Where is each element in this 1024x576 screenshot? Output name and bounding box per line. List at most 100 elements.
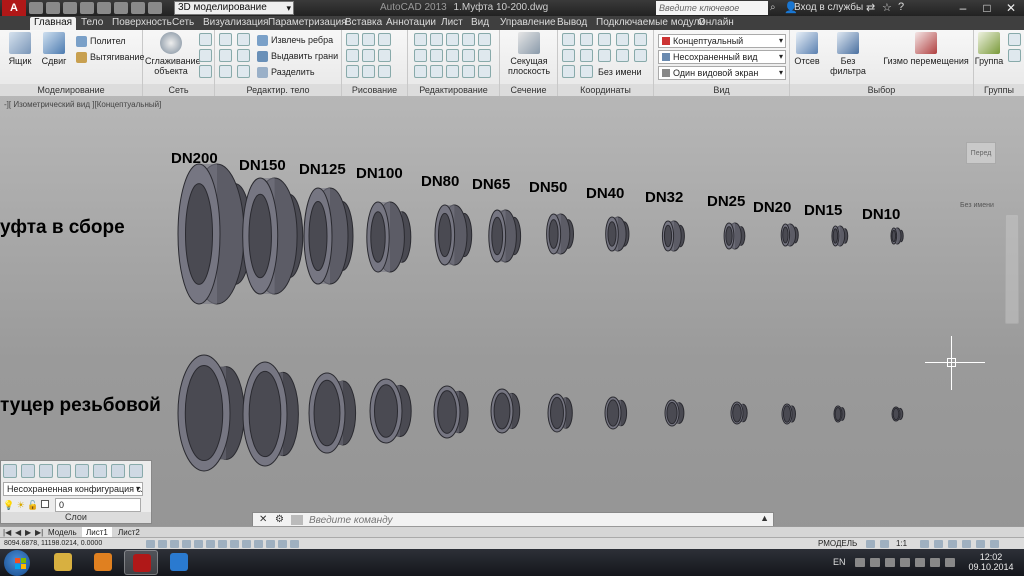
extrude-faces-button[interactable]: Выдавить грани bbox=[257, 49, 338, 63]
threaded-fitting-part[interactable] bbox=[433, 385, 469, 439]
clean-screen-icon[interactable] bbox=[976, 540, 985, 548]
union-assembly-part[interactable] bbox=[488, 209, 522, 263]
tab-render[interactable]: Визуализация bbox=[199, 17, 272, 30]
panel-title-modify[interactable]: Редактирование bbox=[408, 84, 499, 96]
named-ucs-select[interactable]: Без имени bbox=[598, 65, 642, 79]
union-assembly-part[interactable] bbox=[890, 227, 904, 245]
command-input[interactable] bbox=[309, 514, 759, 526]
array-icon[interactable] bbox=[462, 49, 475, 62]
object-snap-icon[interactable] bbox=[206, 540, 215, 548]
threaded-fitting-part[interactable] bbox=[664, 399, 685, 427]
dynamic-input-icon[interactable] bbox=[254, 540, 263, 548]
layer-lock-icon[interactable] bbox=[75, 464, 89, 478]
polygon-icon[interactable] bbox=[346, 65, 359, 78]
panel-title-groups[interactable]: Группы bbox=[974, 84, 1024, 96]
layer-match-icon[interactable] bbox=[93, 464, 107, 478]
line-icon[interactable] bbox=[346, 33, 359, 46]
helix-icon[interactable] bbox=[362, 65, 375, 78]
workspace-switching-icon[interactable] bbox=[920, 540, 929, 548]
trim-icon[interactable] bbox=[478, 33, 491, 46]
panel-title-draw[interactable]: Рисование bbox=[342, 84, 407, 96]
layer-isolate-icon[interactable] bbox=[39, 464, 53, 478]
quick-properties-icon[interactable] bbox=[290, 540, 299, 548]
exchange-icon[interactable]: ⇄ bbox=[866, 1, 875, 14]
group-button[interactable]: Группа bbox=[974, 32, 1004, 66]
union-assembly-part[interactable] bbox=[661, 220, 685, 252]
union-assembly-part[interactable] bbox=[546, 213, 574, 255]
language-indicator[interactable]: EN bbox=[833, 557, 846, 567]
separate-button[interactable]: Разделить bbox=[257, 65, 315, 79]
panel-title-mesh[interactable]: Сеть bbox=[143, 84, 214, 96]
tab-online[interactable]: Онлайн bbox=[694, 17, 738, 30]
tab-plugins[interactable]: Подключаемые модули bbox=[592, 17, 709, 30]
panel-title-coordinates[interactable]: Координаты bbox=[558, 84, 653, 96]
dynamic-ucs-icon[interactable] bbox=[242, 540, 251, 548]
interfere-icon[interactable] bbox=[237, 49, 250, 62]
threaded-fitting-part[interactable] bbox=[547, 393, 573, 433]
union-assembly-part[interactable] bbox=[723, 222, 746, 250]
quick-view-layouts-icon[interactable] bbox=[866, 540, 875, 548]
ucs-world-icon[interactable] bbox=[580, 33, 593, 46]
tray-security-icon[interactable] bbox=[885, 558, 895, 567]
ungroup-icon[interactable] bbox=[1008, 33, 1021, 46]
viewcube-front-face[interactable]: Перед bbox=[966, 142, 996, 164]
erase-icon[interactable] bbox=[430, 65, 443, 78]
ortho-mode-icon[interactable] bbox=[182, 540, 191, 548]
layer-walk-icon[interactable] bbox=[129, 464, 143, 478]
ellipse-icon[interactable] bbox=[378, 65, 391, 78]
gizmo-move-icon[interactable] bbox=[446, 33, 459, 46]
tab-mesh[interactable]: Сеть bbox=[168, 17, 198, 30]
panel-title-solid-edit[interactable]: Редактир. тело bbox=[215, 84, 341, 96]
tray-app-icon[interactable] bbox=[870, 558, 880, 567]
print-icon[interactable] bbox=[97, 2, 111, 14]
threaded-fitting-part[interactable] bbox=[369, 378, 412, 444]
union-assembly-part[interactable] bbox=[366, 201, 412, 273]
panel-title-selection[interactable]: Выбор bbox=[790, 84, 973, 96]
tab-annotate[interactable]: Аннотации bbox=[382, 17, 440, 30]
extract-edges-button[interactable]: Извлечь ребра bbox=[257, 33, 333, 47]
ucs-3point-icon[interactable] bbox=[634, 33, 647, 46]
panel-title-layers[interactable]: Слои bbox=[1, 512, 151, 523]
union-assembly-part[interactable] bbox=[831, 225, 849, 247]
visual-style-select[interactable]: Концептуальный bbox=[658, 34, 786, 48]
join-icon[interactable] bbox=[478, 65, 491, 78]
3d-object-snap-icon[interactable] bbox=[218, 540, 227, 548]
customize-icon[interactable]: ⚙ bbox=[275, 514, 284, 525]
taskbar-explorer[interactable] bbox=[46, 550, 80, 575]
navigation-bar[interactable] bbox=[1005, 214, 1019, 324]
union-icon[interactable] bbox=[219, 33, 232, 46]
save-icon[interactable] bbox=[63, 2, 77, 14]
ucs-object-icon[interactable] bbox=[562, 49, 575, 62]
scale-icon[interactable] bbox=[446, 49, 459, 62]
start-button[interactable] bbox=[4, 550, 30, 576]
tray-onedrive-icon[interactable] bbox=[900, 558, 910, 567]
taskbar-internet-explorer[interactable] bbox=[162, 550, 196, 575]
object-snap-tracking-icon[interactable] bbox=[230, 540, 239, 548]
smooth-object-button[interactable]: Сглаживание объекта bbox=[145, 32, 201, 76]
layer-previous-icon[interactable] bbox=[111, 464, 125, 478]
threaded-fitting-part[interactable] bbox=[490, 388, 521, 434]
mirror-icon[interactable] bbox=[430, 49, 443, 62]
maximize-button[interactable]: □ bbox=[976, 0, 998, 16]
threaded-fitting-part[interactable] bbox=[730, 401, 748, 425]
extrude-button[interactable]: Сдвиг bbox=[34, 32, 74, 66]
save-as-icon[interactable] bbox=[80, 2, 94, 14]
viewcube[interactable]: Перед bbox=[962, 138, 1002, 168]
panel-title-section[interactable]: Сечение bbox=[500, 84, 557, 96]
offset-icon[interactable] bbox=[478, 49, 491, 62]
drawing-viewport[interactable]: -][ Изометрический вид ][Концептуальный]… bbox=[0, 96, 1024, 536]
infer-constraints-icon[interactable] bbox=[146, 540, 155, 548]
presspull-button[interactable]: Вытягивание bbox=[76, 50, 144, 64]
threaded-fitting-part[interactable] bbox=[781, 403, 796, 425]
layer-color-swatch[interactable] bbox=[41, 500, 50, 508]
snap-mode-icon[interactable] bbox=[158, 540, 167, 548]
slice-icon[interactable] bbox=[219, 65, 232, 78]
application-menu-button[interactable]: A bbox=[2, 0, 26, 16]
rectangle-icon[interactable] bbox=[362, 33, 375, 46]
align-icon[interactable] bbox=[414, 65, 427, 78]
layer-on-icon[interactable]: 💡 bbox=[3, 500, 14, 510]
ucs-previous-icon[interactable] bbox=[562, 65, 575, 78]
union-assembly-part[interactable] bbox=[242, 177, 304, 295]
ucs-face-icon[interactable] bbox=[580, 49, 593, 62]
tab-view[interactable]: Вид bbox=[467, 17, 493, 30]
